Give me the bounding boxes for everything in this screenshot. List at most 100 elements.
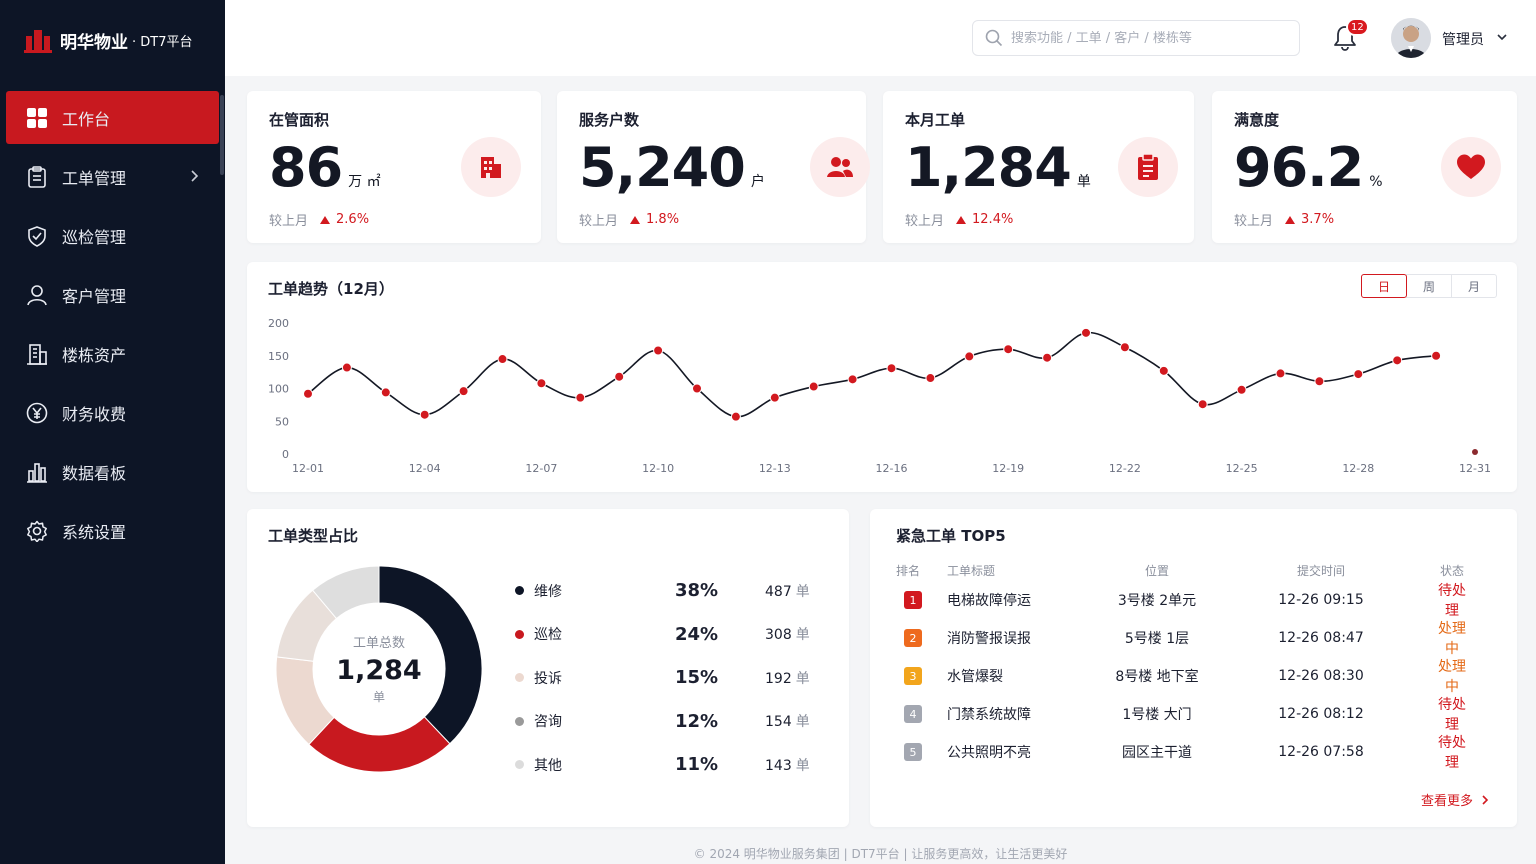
legend-count-unit: 单 — [795, 757, 810, 774]
legend-item[interactable]: 其他 11% 143 单 — [515, 743, 815, 787]
stat-value: 96.2% — [1234, 135, 1383, 215]
rank-badge: 3 — [904, 667, 922, 685]
stat-unit: % — [1369, 174, 1383, 190]
trend-point — [1158, 365, 1169, 376]
trend-point — [692, 383, 702, 394]
user-name[interactable]: 管理员 — [1442, 29, 1484, 49]
legend-item[interactable]: 咨询 12% 154 单 — [515, 700, 815, 744]
trend-point — [458, 386, 469, 397]
legend-count-value: 143 — [765, 757, 792, 774]
heart-icon — [1441, 137, 1501, 197]
clipboard-icon — [26, 165, 48, 188]
ticket-title[interactable]: 电梯故障停运 — [932, 590, 1080, 610]
compare-change: 3.7% — [1301, 212, 1335, 227]
table-row[interactable]: 5 公共照明不亮 园区主干道 12-26 07:58 待处理 — [896, 733, 1496, 771]
ticket-time: 12-26 07:58 — [1278, 744, 1364, 760]
ticket-title[interactable]: 消防警报误报 — [932, 628, 1080, 648]
legend-count-value: 154 — [765, 714, 792, 731]
trend-point — [1042, 352, 1053, 363]
trend-point — [1197, 399, 1208, 410]
legend-item[interactable]: 投诉 15% 192 单 — [515, 656, 815, 700]
trend-point — [536, 378, 547, 389]
legend-count-value: 487 — [765, 583, 792, 600]
table-row[interactable]: 1 电梯故障停运 3号楼 2单元 12-26 09:15 待处理 — [896, 581, 1496, 619]
user-icon — [26, 284, 48, 306]
column-header: 工单标题 — [947, 563, 996, 578]
donut-legend: 维修 38% 487 单巡检 24% 308 单投诉 15% 192 单咨询 12% 154 单其他 11… — [515, 569, 815, 787]
x-tick-label: 12-25 — [1226, 462, 1258, 475]
brand-name: 明华物业 — [60, 32, 128, 53]
trend-point — [303, 388, 313, 399]
brand-logo[interactable]: 明华物业 · DT7平台 — [24, 24, 193, 56]
stat-card-3[interactable]: 满意度 96.2% 较上月 3.7% — [1212, 91, 1517, 243]
yen-icon — [26, 402, 48, 424]
ticket-title[interactable]: 公共照明不亮 — [932, 742, 1080, 762]
trend-point — [808, 381, 819, 392]
sidebar-item-1[interactable]: 工单管理 — [0, 150, 225, 203]
stat-number: 1,284 — [905, 136, 1072, 199]
global-search[interactable] — [972, 20, 1300, 56]
stat-compare: 较上月 3.7% — [1234, 210, 1334, 229]
sidebar-item-label: 系统设置 — [62, 522, 127, 542]
range-tab-1[interactable]: 周 — [1406, 274, 1452, 298]
donut-slice — [308, 716, 451, 773]
ticket-time: 12-26 08:30 — [1278, 668, 1364, 684]
x-tick-label: 12-19 — [992, 462, 1024, 475]
sidebar-item-4[interactable]: 楼栋资产 — [0, 327, 225, 380]
legend-item[interactable]: 维修 38% 487 单 — [515, 569, 815, 613]
rank-badge: 2 — [904, 629, 922, 647]
range-tab-0[interactable]: 日 — [1361, 274, 1407, 298]
stat-number: 5,240 — [579, 136, 746, 199]
ticket-location: 5号楼 1层 — [1124, 631, 1190, 647]
rank-badge: 5 — [904, 743, 922, 761]
trend-panel: 0 50 100 150 200 12-01 12-04 12-07 12-10 12-13 12-… — [247, 262, 1517, 492]
sidebar-item-label: 财务收费 — [62, 404, 127, 424]
stat-card-0[interactable]: 在管面积 86 万 ㎡较上月 2.6% — [247, 91, 541, 243]
y-tick-label: 200 — [268, 317, 289, 330]
search-icon — [985, 29, 1003, 47]
rank-cell: 1 — [896, 591, 932, 609]
legend-dot — [515, 760, 524, 770]
compare-label: 较上月 — [579, 214, 619, 229]
trend-point — [497, 354, 508, 365]
gear-icon — [26, 520, 48, 542]
x-tick-label: 12-16 — [876, 462, 908, 475]
search-input[interactable] — [1011, 30, 1281, 46]
ticket-title[interactable]: 水管爆裂 — [932, 666, 1080, 686]
legend-item[interactable]: 巡检 24% 308 单 — [515, 613, 815, 657]
range-tab-2[interactable]: 月 — [1451, 274, 1497, 298]
sidebar-scrollbar[interactable] — [220, 95, 224, 175]
trend-up-icon — [320, 215, 331, 224]
legend-count-value: 192 — [765, 670, 792, 687]
trend-point — [769, 392, 780, 403]
legend-percent: 11% — [675, 754, 719, 776]
rank-cell: 4 — [896, 705, 932, 723]
stat-card-2[interactable]: 本月工单 1,284 单较上月 12.4% — [883, 91, 1194, 243]
trend-point — [925, 373, 936, 384]
ticket-title[interactable]: 门禁系统故障 — [932, 704, 1080, 724]
sidebar-item-3[interactable]: 客户管理 — [0, 268, 225, 321]
stat-value: 1,284 单 — [905, 135, 1091, 215]
chevron-down-icon[interactable] — [1496, 31, 1508, 43]
compare-change: 12.4% — [972, 212, 1014, 227]
stat-card-1[interactable]: 服务户数 5,240 户较上月 1.8% — [557, 91, 870, 243]
sidebar-item-5[interactable]: 财务收费 — [0, 386, 225, 439]
sidebar-item-7[interactable]: 系统设置 — [0, 504, 225, 557]
table-row[interactable]: 3 水管爆裂 8号楼 地下室 12-26 08:30 处理中 — [896, 657, 1496, 695]
sidebar-item-2[interactable]: 巡检管理 — [0, 209, 225, 262]
top-header: 12 管理员 — [225, 0, 1536, 76]
avatar[interactable] — [1391, 18, 1431, 58]
stat-unit: 户 — [750, 174, 765, 190]
user-avatar-icon — [1391, 18, 1431, 58]
urgent-table: 排名 工单标题 位置 提交时间 状态 1 电梯故障停运 3号楼 2单元 12-26 09:15… — [896, 559, 1496, 772]
table-row[interactable]: 2 消防警报误报 5号楼 1层 12-26 08:47 处理中 — [896, 619, 1496, 657]
compare-label: 较上月 — [905, 214, 945, 229]
table-row[interactable]: 4 门禁系统故障 1号楼 大门 12-26 08:12 待处理 — [896, 695, 1496, 733]
sidebar-item-6[interactable]: 数据看板 — [0, 445, 225, 498]
trend-point — [653, 345, 664, 356]
x-tick-label: 12-31 — [1459, 462, 1491, 475]
sidebar-item-0[interactable]: 工作台 — [6, 91, 219, 144]
legend-dot — [515, 629, 524, 639]
legend-label: 巡检 — [534, 627, 562, 644]
view-more-link[interactable]: 查看更多 — [1421, 790, 1491, 809]
